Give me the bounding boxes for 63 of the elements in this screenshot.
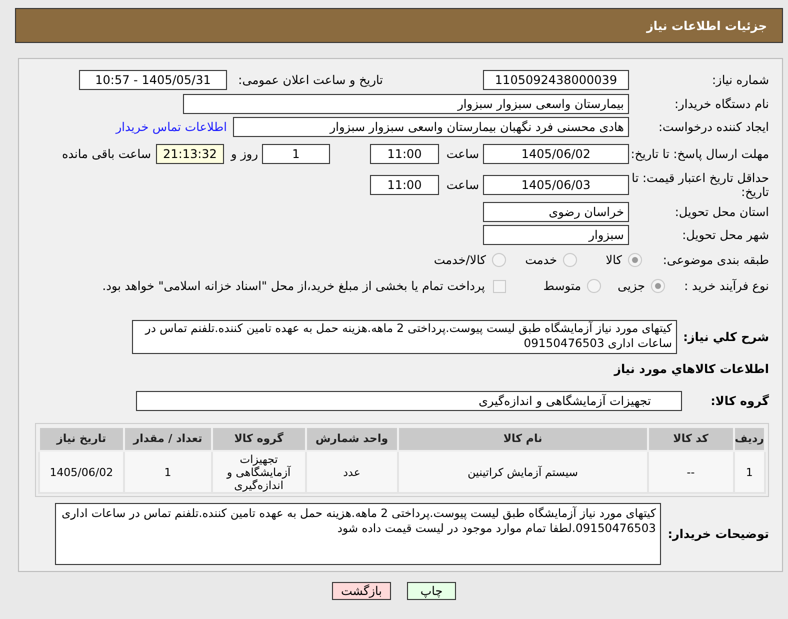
column-header: نام کالا [398,427,648,451]
input-field[interactable]: 11:00 [370,144,439,164]
input-field[interactable]: تجهیزات آزمایشگاهی و اندازه‌گیری [136,391,682,411]
checkbox[interactable] [493,280,506,292]
radio-button[interactable] [587,279,601,293]
field-label: تاریخ و ساعت اعلان عمومی: [237,72,383,89]
input-field[interactable]: سبزوار [483,225,629,245]
field-label: شماره نیاز: [711,72,769,89]
field-label: توضیحات خریدار: [666,526,769,543]
field-label: طبقه بندی موضوعی: [662,252,769,269]
table-cell: سیستم آزمایش کراتینین [398,451,648,493]
field-label: ساعت باقی مانده [62,146,151,163]
field-label: ساعت [445,177,479,194]
description-field[interactable]: کیتهای مورد نیاز آزمایشگاه طبق لیست پیوست.پرداختی 2 ماهه.هزینه حمل به عهده تامین کننده.تلفنم تماس در ساعات اداری 09150476503 [132,320,677,354]
checkbox-label: پرداخت تمام یا بخشی از مبلغ خرید،از محل "اسناد خزانه اسلامی" خواهد بود. [102,278,485,295]
field-label: گروه کالا: [710,393,769,410]
radio-button[interactable] [651,279,665,293]
field-label: حداقل تاریخ اعتبار قیمت: تا تاریخ: [630,171,769,199]
field-label: شرح کلي نیاز: [682,329,769,346]
input-field[interactable]: 1 [262,144,330,164]
table-cell: تجهیزات آزمایشگاهی و اندازه‌گیری [212,451,306,493]
input-field[interactable]: 1405/06/03 [483,175,629,195]
input-field[interactable]: 1405/05/31 - 10:57 [79,70,227,90]
table-cell: عدد [306,451,398,493]
field-label: ایجاد کننده درخواست: [657,119,769,136]
field-label: ساعت [445,146,479,163]
table-cell: 1 [734,451,765,493]
countdown-field: 21:13:32 [156,144,224,164]
column-header: واحد شمارش [306,427,398,451]
field-label: نوع فرآیند خرید : [683,278,769,295]
option-label: جزیی [618,278,645,295]
input-field[interactable]: 11:00 [370,175,439,195]
input-field[interactable]: 1105092438000039 [483,70,629,90]
input-field[interactable]: هادی محسنی فرد نگهبان بیمارستان واسعی سبزوار سبزوار [233,117,629,137]
input-field[interactable]: بیمارستان واسعی سبزوار سبزوار [183,94,629,114]
column-header: تعداد / مقدار [124,427,212,451]
radio-button[interactable] [492,253,506,267]
page-title: جزئیات اطلاعات نیاز [646,18,767,34]
radio-button[interactable] [563,253,577,267]
input-field[interactable]: 1405/06/02 [483,144,629,164]
print-button[interactable]: چاپ [407,582,456,600]
column-header: گروه کالا [212,427,306,451]
option-label: خدمت [525,252,557,269]
field-label: روز و [230,146,258,163]
table-cell: -- [648,451,734,493]
back-button[interactable]: بازگشت [332,582,391,600]
field-label: شهر محل تحویل: [681,227,769,244]
field-label: نام دستگاه خریدار: [674,96,769,113]
field-label: مهلت ارسال پاسخ: تا تاریخ: [630,147,769,161]
column-header: ردیف [734,427,765,451]
column-header: کد کالا [648,427,734,451]
column-header: تاریخ نیاز [39,427,124,451]
input-field[interactable]: خراسان رضوی [483,202,629,222]
notes-field[interactable]: کیتهای مورد نیاز آزمایشگاه طبق لیست پیوست.پرداختی 2 ماهه.هزینه حمل به عهده تامین کننده.تلفنم تماس در ساعات اداری 09150476503.لطفا تمام موارد موجود در لیست قیمت داده شود [55,503,661,565]
table-cell: 1 [124,451,212,493]
option-label: متوسط [543,278,581,295]
option-label: کالا [606,252,622,269]
option-label: کالا/خدمت [434,252,486,269]
table-cell: 1405/06/02 [39,451,124,493]
contact-link[interactable]: اطلاعات تماس خریدار [116,118,227,136]
radio-button[interactable] [628,253,642,267]
field-label: استان محل تحویل: [674,204,769,221]
field-label: اطلاعات کالاهاي مورد نیاز [614,361,769,378]
